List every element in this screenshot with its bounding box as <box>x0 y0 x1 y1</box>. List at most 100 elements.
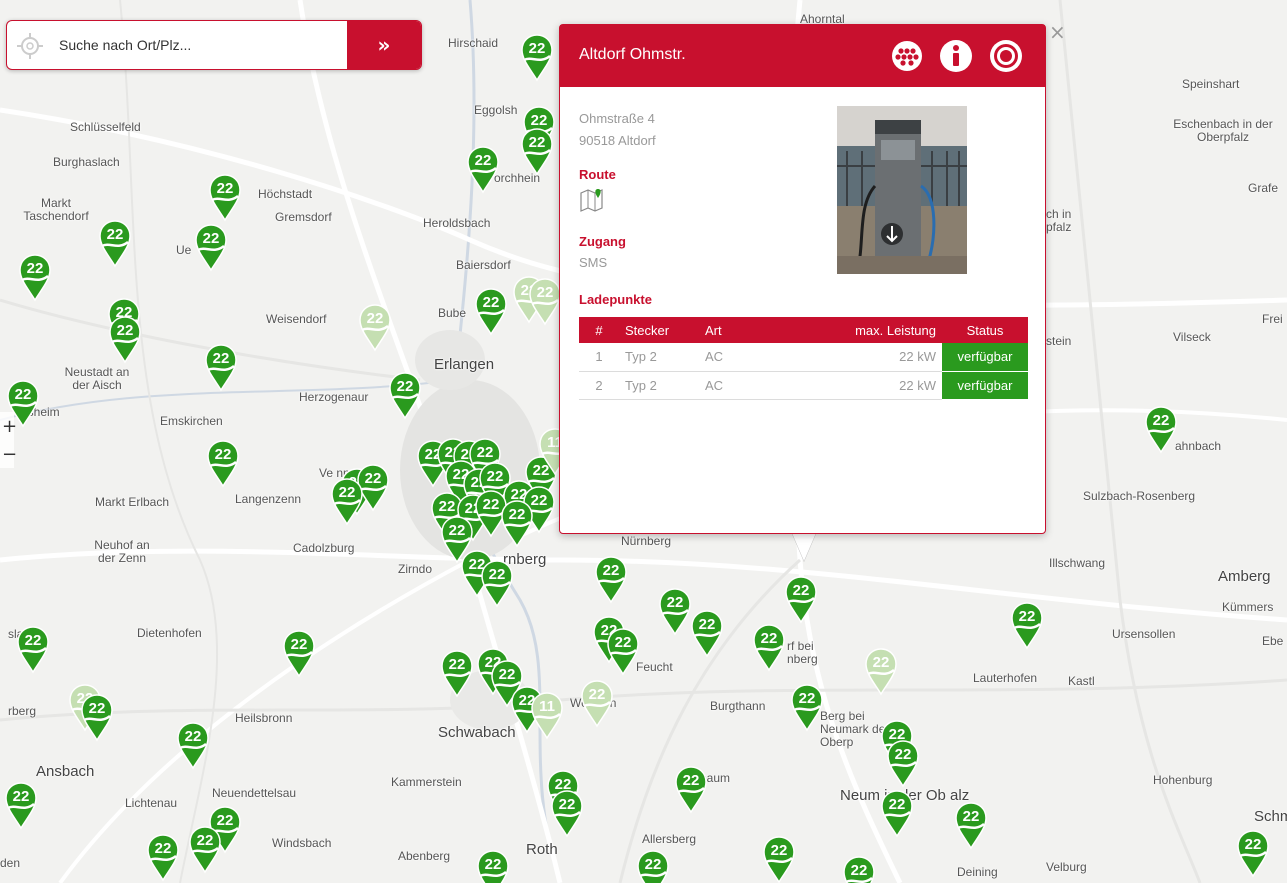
cell-number: 1 <box>579 343 619 372</box>
charging-station-marker[interactable]: 22 <box>440 650 474 698</box>
cell-power: 22 kW <box>769 343 942 372</box>
marker-power-label: 22 <box>499 666 516 683</box>
charging-station-marker[interactable]: 22 <box>358 304 392 352</box>
place-label: Eggolsh <box>474 103 518 117</box>
place-label: Herzogenaur <box>299 390 369 404</box>
marker-power-label: 22 <box>667 594 684 611</box>
charging-station-marker[interactable]: 22 <box>194 224 228 272</box>
place-label: Ue <box>176 243 192 257</box>
marker-power-label: 22 <box>559 796 576 813</box>
marker-power-label: 22 <box>873 654 890 671</box>
charging-station-marker[interactable]: 22 <box>674 766 708 814</box>
search-input[interactable] <box>59 21 349 69</box>
charging-station-marker[interactable]: 22 <box>206 440 240 488</box>
close-popup-button[interactable]: × <box>1049 20 1066 44</box>
charging-station-marker[interactable]: 22 <box>480 560 514 608</box>
address-city: 90518 Altdorf <box>579 133 656 148</box>
charging-station-marker[interactable]: 22 <box>146 834 180 882</box>
marker-power-label: 22 <box>483 496 500 513</box>
charging-station-marker[interactable]: 22 <box>550 790 584 838</box>
plug-type-icon[interactable] <box>890 39 924 73</box>
cell-type: AC <box>699 343 769 372</box>
marker-power-label: 22 <box>683 772 700 789</box>
marker-power-label: 22 <box>799 690 816 707</box>
charging-station-marker[interactable]: 22 <box>762 836 796 883</box>
locate-icon[interactable] <box>17 33 43 59</box>
info-icon[interactable] <box>939 39 973 73</box>
marker-power-label: 22 <box>487 468 504 485</box>
charging-station-marker[interactable]: 22 <box>1010 602 1044 650</box>
marker-power-label: 22 <box>531 112 548 129</box>
charging-station-marker[interactable]: 22 <box>790 684 824 732</box>
charging-station-marker[interactable]: 22 <box>594 556 628 604</box>
charging-station-marker[interactable]: 22 <box>4 782 38 830</box>
marker-power-label: 22 <box>1019 608 1036 625</box>
charging-station-marker[interactable]: 22 <box>330 478 364 526</box>
place-label: Ebe <box>1262 634 1284 648</box>
charging-station-marker[interactable]: 22 <box>606 628 640 676</box>
marker-power-label: 11 <box>539 698 555 715</box>
col-plug: Stecker <box>619 317 699 343</box>
charging-station-marker[interactable]: 22 <box>886 740 920 788</box>
charging-station-marker[interactable]: 22 <box>690 610 724 658</box>
charging-station-marker[interactable]: 22 <box>18 254 52 302</box>
charging-station-marker[interactable]: 22 <box>176 722 210 770</box>
charging-station-marker[interactable]: 22 <box>784 576 818 624</box>
place-label: Kastl <box>1068 674 1095 688</box>
charging-station-marker[interactable]: 22 <box>204 344 238 392</box>
place-label: Neuhof an der Zenn <box>94 538 150 565</box>
marker-power-label: 22 <box>537 284 554 301</box>
charging-station-marker[interactable]: 22 <box>752 624 786 672</box>
popup-title: Altdorf Ohmstr. <box>579 46 686 63</box>
charging-station-marker[interactable]: 22 <box>864 648 898 696</box>
zoom-out-button[interactable]: − <box>0 440 17 468</box>
charging-station-marker[interactable]: 22 <box>98 220 132 268</box>
charging-station-marker[interactable]: 22 <box>476 850 510 883</box>
target-icon[interactable] <box>989 39 1023 73</box>
charging-station-marker[interactable]: 22 <box>188 826 222 874</box>
charging-station-marker[interactable]: 22 <box>1236 830 1270 878</box>
marker-power-label: 22 <box>761 630 778 647</box>
map-route-icon[interactable] <box>579 187 605 213</box>
charging-station-marker[interactable]: 22 <box>500 500 534 548</box>
marker-power-label: 22 <box>529 40 546 57</box>
charging-station-marker[interactable]: 11 <box>530 692 564 740</box>
zoom-in-button[interactable]: + <box>0 412 17 440</box>
marker-power-label: 22 <box>489 566 506 583</box>
charging-station-marker[interactable]: 22 <box>520 34 554 82</box>
zoom-control: + − <box>0 412 17 468</box>
place-label: Grafe <box>1248 181 1279 195</box>
marker-power-label: 22 <box>203 230 220 247</box>
charging-station-marker[interactable]: 22 <box>282 630 316 678</box>
marker-power-label: 22 <box>449 522 466 539</box>
place-label: Schlüsselfeld <box>70 120 141 134</box>
charging-station-marker[interactable]: 22 <box>580 680 614 728</box>
charging-station-marker[interactable]: 22 <box>842 856 876 883</box>
station-popup: Altdorf Ohmstr. Ohmstraße 4 90518 Altdor… <box>559 24 1046 534</box>
charging-station-marker[interactable]: 22 <box>1144 406 1178 454</box>
charging-station-marker[interactable]: 22 <box>16 626 50 674</box>
marker-power-label: 22 <box>889 796 906 813</box>
charging-station-marker[interactable]: 22 <box>520 128 554 176</box>
cell-power: 22 kW <box>769 371 942 400</box>
charging-station-marker[interactable]: 22 <box>954 802 988 850</box>
charging-station-marker[interactable]: 22 <box>528 278 562 326</box>
charging-station-marker[interactable]: 22 <box>636 850 670 883</box>
place-label: Deining <box>957 865 998 879</box>
place-label: Emskirchen <box>160 414 223 428</box>
place-label: Zirndo <box>398 562 433 576</box>
place-label: Feucht <box>636 660 673 674</box>
cell-number: 2 <box>579 371 619 400</box>
charging-station-marker[interactable]: 22 <box>108 316 142 364</box>
marker-power-label: 22 <box>213 350 230 367</box>
place-label: Eschenbach in der Oberpfalz <box>1173 117 1273 144</box>
charging-station-marker[interactable]: 22 <box>474 288 508 336</box>
charging-station-marker[interactable]: 22 <box>880 790 914 838</box>
charging-station-marker[interactable]: 22 <box>658 588 692 636</box>
charging-station-marker[interactable]: 22 <box>208 174 242 222</box>
charging-station-marker[interactable]: 22 <box>388 372 422 420</box>
charging-station-marker[interactable]: 22 <box>80 694 114 742</box>
search-button[interactable]: » <box>347 21 421 69</box>
charging-station-marker[interactable]: 22 <box>466 146 500 194</box>
popup-pointer <box>792 533 816 561</box>
